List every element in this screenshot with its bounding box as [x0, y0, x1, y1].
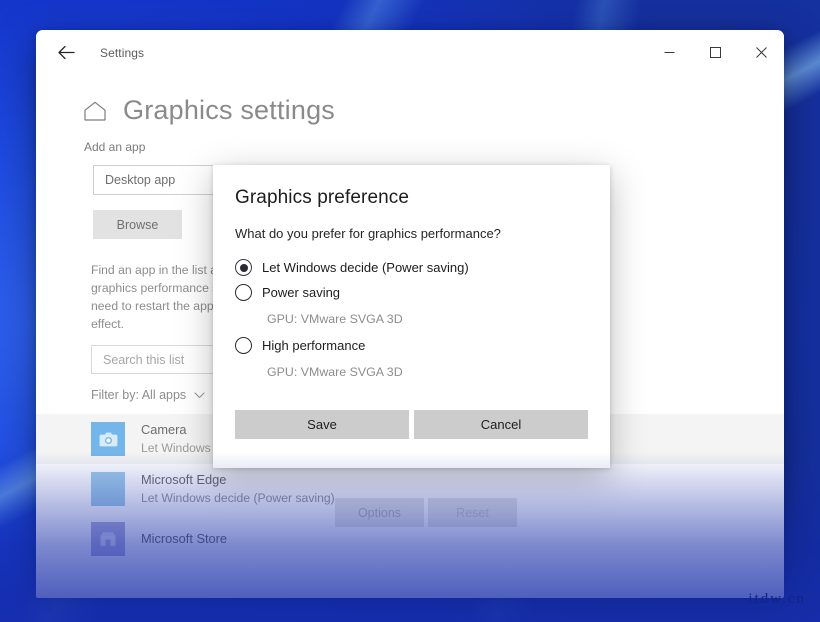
- store-icon: [91, 522, 125, 556]
- list-item-meta: Microsoft Store: [141, 531, 227, 547]
- radio-option-high-performance[interactable]: High performance: [213, 333, 610, 358]
- home-icon: [84, 101, 106, 121]
- window-controls: [646, 30, 784, 75]
- camera-icon: [91, 422, 125, 456]
- app-preference: Let Windows decide (Power saving): [141, 490, 335, 505]
- app-title: Settings: [100, 45, 145, 60]
- browse-button[interactable]: Browse: [93, 210, 182, 239]
- close-button[interactable]: [738, 30, 784, 75]
- radio-option-let-windows-decide[interactable]: Let Windows decide (Power saving): [213, 255, 610, 280]
- radio-option-power-saving[interactable]: Power saving: [213, 280, 610, 305]
- add-an-app-label: Add an app: [84, 140, 146, 154]
- gpu-note: GPU: VMware SVGA 3D: [267, 312, 403, 326]
- minimize-button[interactable]: [646, 30, 692, 75]
- app-name: Microsoft Store: [141, 531, 228, 546]
- window-titlebar: Settings: [36, 30, 784, 75]
- app-name: Microsoft Edge: [141, 471, 227, 487]
- radio-indicator[interactable]: [235, 284, 252, 301]
- dialog-title: Graphics preference: [235, 187, 410, 208]
- filter-label: Filter by: All apps: [91, 388, 187, 402]
- radio-label: Power saving: [262, 285, 341, 300]
- list-item-meta: Microsoft Edge Let Windows decide (Power…: [141, 472, 335, 507]
- maximize-button[interactable]: [692, 30, 738, 75]
- radio-indicator-selected[interactable]: [235, 259, 252, 276]
- search-placeholder: Search this list: [103, 352, 185, 367]
- cancel-button[interactable]: Cancel: [414, 410, 588, 439]
- gpu-note: GPU: VMware SVGA 3D: [267, 365, 403, 379]
- edge-icon: [91, 472, 125, 506]
- graphics-preference-radio-group: Let Windows decide (Power saving) Power …: [213, 255, 610, 386]
- radio-indicator[interactable]: [235, 337, 252, 354]
- options-button[interactable]: Options: [335, 498, 424, 527]
- page-header: Graphics settings: [36, 97, 784, 124]
- reset-button[interactable]: Reset: [428, 498, 517, 527]
- desktop-wallpaper: Settings Graphics settings Add an app De…: [0, 0, 820, 622]
- row-action-buttons: Options Reset: [335, 498, 517, 527]
- back-arrow-icon[interactable]: [46, 37, 86, 69]
- watermark: itdw.cn: [748, 591, 806, 607]
- graphics-preference-dialog: Graphics preference What do you prefer f…: [213, 165, 610, 468]
- save-button[interactable]: Save: [235, 410, 409, 439]
- app-type-value: Desktop app: [105, 173, 176, 187]
- page-title: Graphics settings: [123, 95, 335, 125]
- dialog-actions: Save Cancel: [235, 410, 588, 439]
- chevron-down-icon: [194, 391, 205, 399]
- radio-label: High performance: [262, 338, 366, 353]
- dialog-question: What do you prefer for graphics performa…: [235, 226, 501, 241]
- radio-label: Let Windows decide (Power saving): [262, 260, 469, 275]
